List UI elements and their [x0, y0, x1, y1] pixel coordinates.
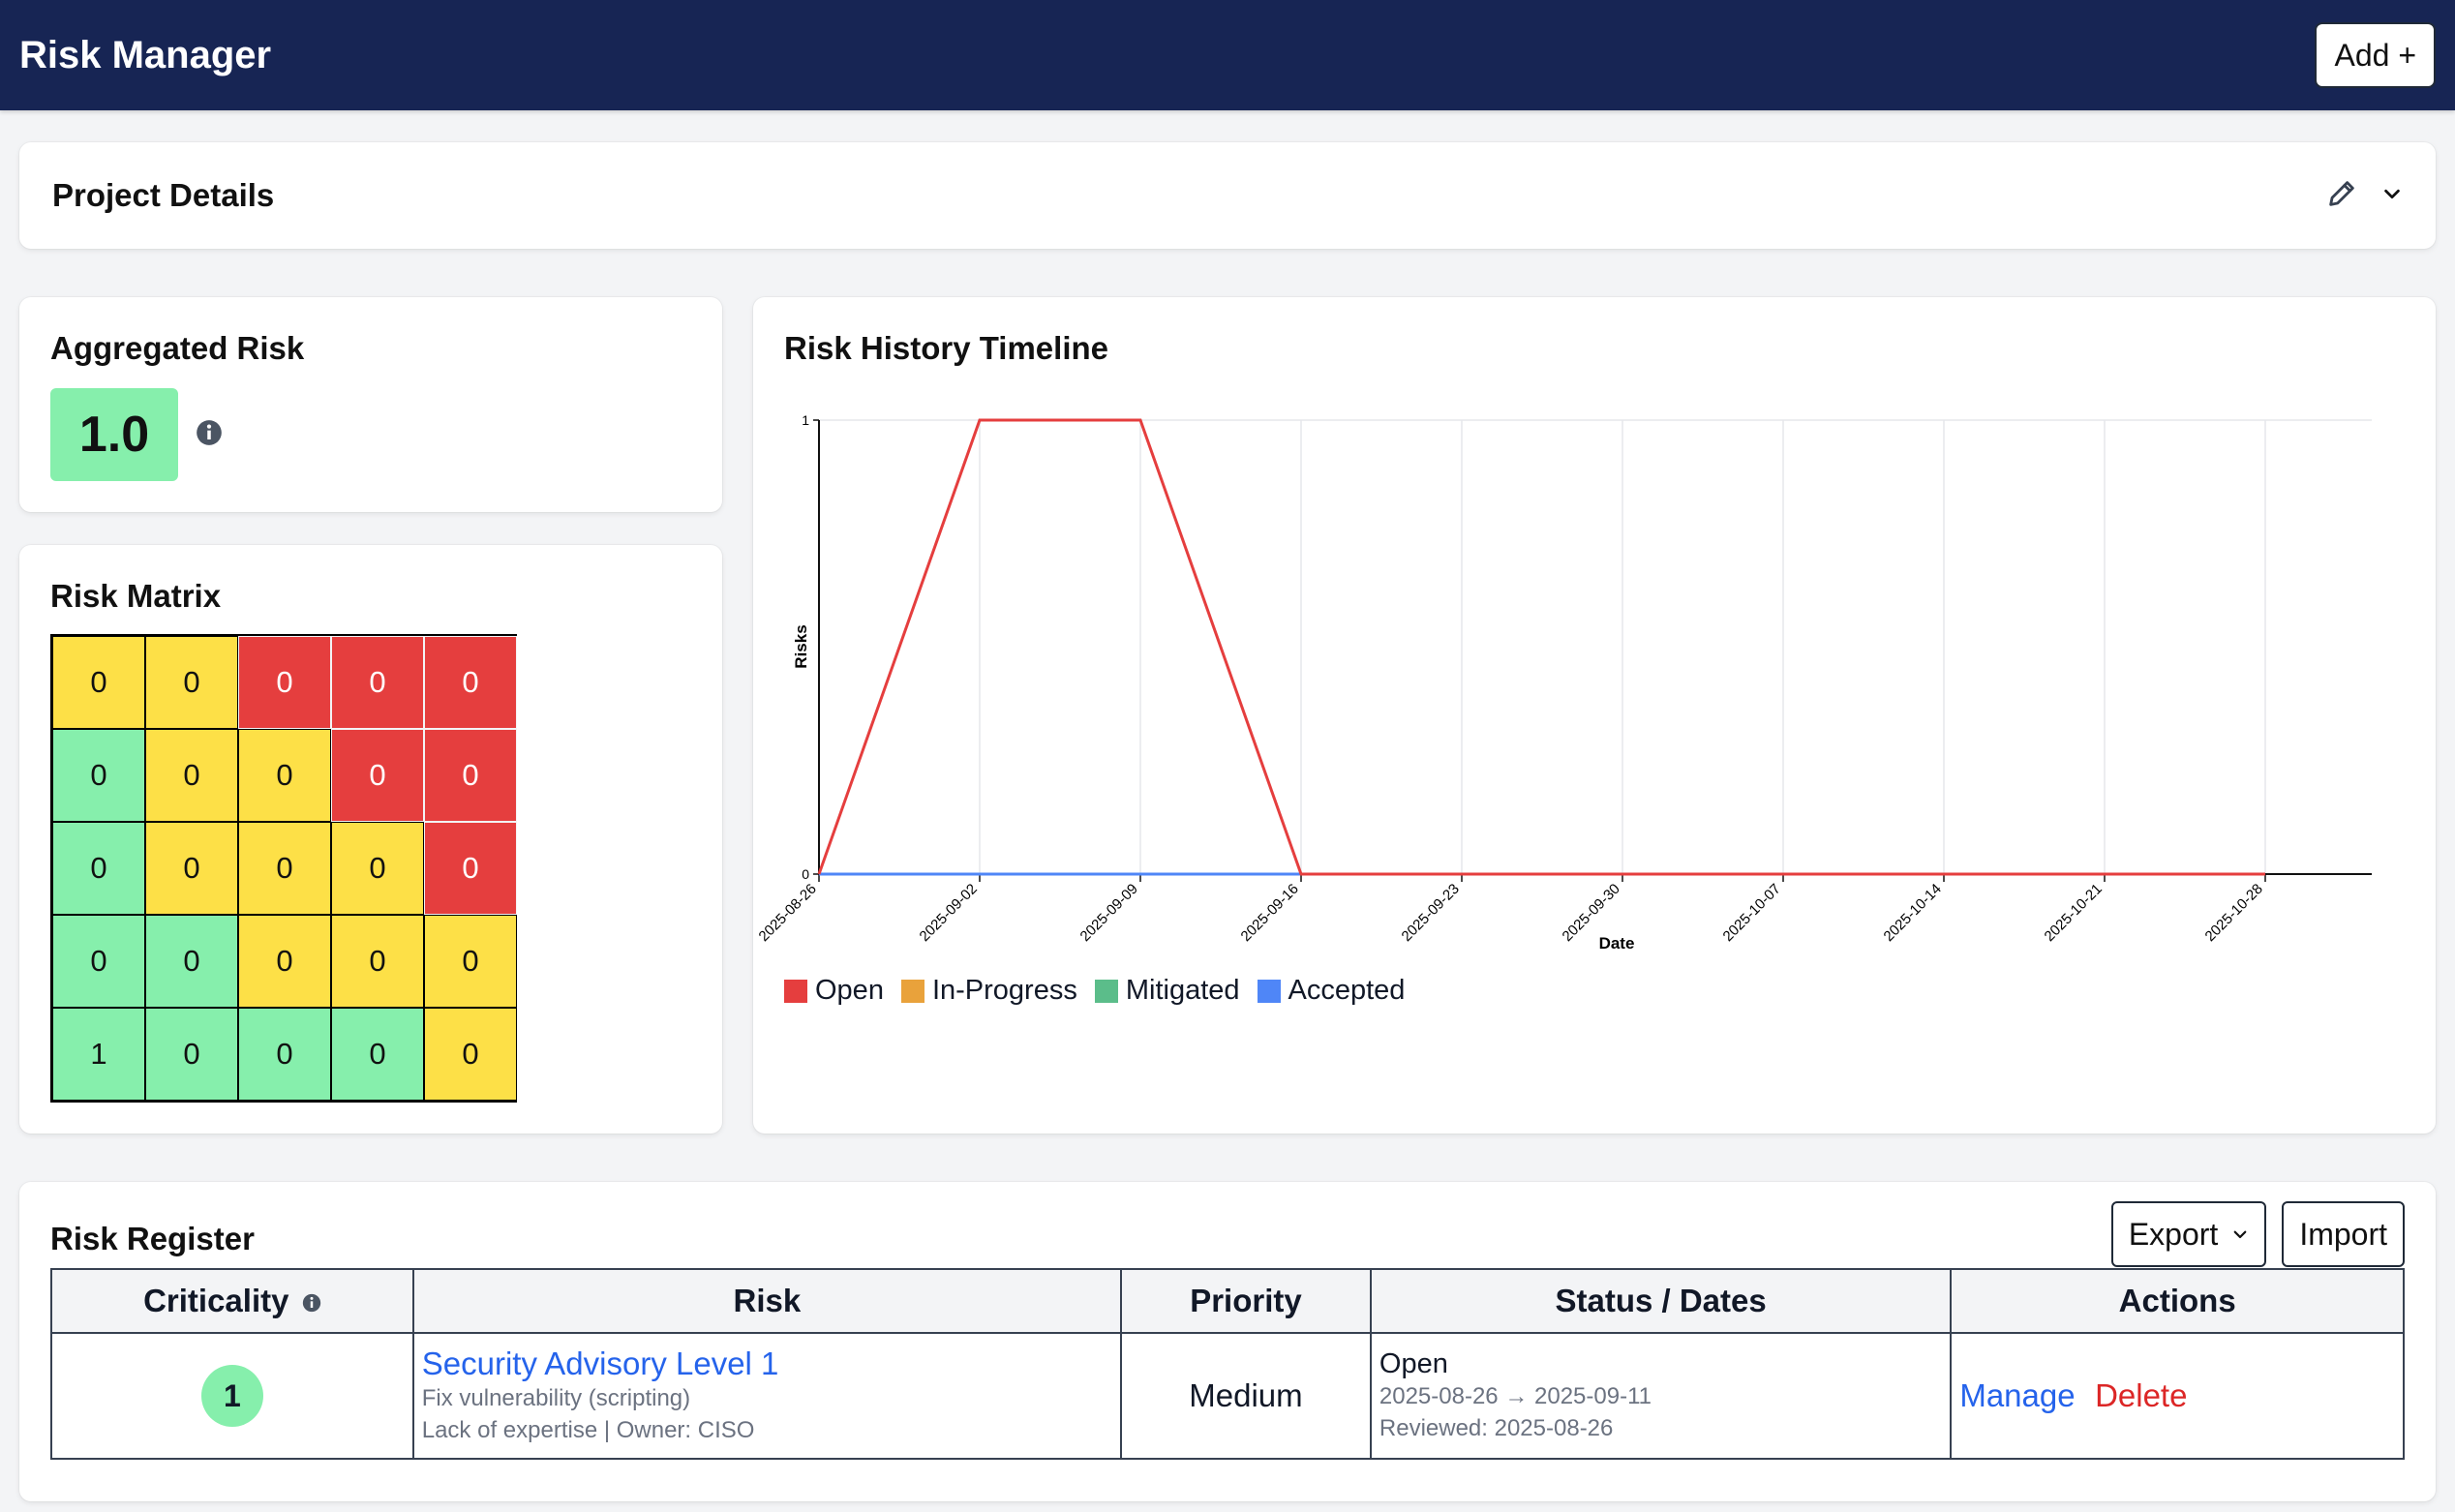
y-axis-label: Risks: [792, 624, 810, 668]
legend-swatch: [900, 979, 924, 1003]
matrix-cell[interactable]: 0: [52, 729, 145, 822]
column-header-priority[interactable]: Priority: [1120, 1268, 1372, 1334]
x-tick-label: 2025-10-28: [2202, 881, 2266, 945]
risk-meta: Lack of expertise | Owner: CISO: [421, 1417, 755, 1443]
info-icon[interactable]: [196, 419, 223, 451]
export-label: Export: [2128, 1216, 2219, 1252]
column-header-label: Criticality: [143, 1283, 289, 1318]
add-button[interactable]: Add +: [2315, 22, 2436, 88]
risk-register-title: Risk Register: [50, 1221, 255, 1256]
matrix-cell[interactable]: 0: [331, 1008, 424, 1101]
risk-title-link[interactable]: Security Advisory Level 1: [422, 1346, 1120, 1382]
status-dates: 2025-08-26 → 2025-09-11: [1379, 1383, 1652, 1409]
matrix-cell[interactable]: 0: [145, 1008, 238, 1101]
matrix-cell[interactable]: 0: [424, 1008, 517, 1101]
matrix-cell[interactable]: 0: [424, 636, 517, 729]
aggregated-risk-title: Aggregated Risk: [50, 330, 305, 366]
matrix-cell[interactable]: 0: [424, 915, 517, 1008]
x-tick-label: 2025-09-02: [917, 881, 981, 945]
matrix-cell[interactable]: 0: [52, 636, 145, 729]
actions-cell: Manage Delete: [1950, 1332, 2405, 1460]
x-tick-label: 2025-09-16: [1238, 881, 1302, 945]
column-header-risk[interactable]: Risk: [411, 1268, 1123, 1334]
risk-matrix-card: Risk Matrix 0000000000000000000010000: [19, 545, 722, 1134]
reviewed-date: Reviewed: 2025-08-26: [1379, 1415, 1614, 1441]
x-tick-label: 2025-09-23: [1399, 881, 1463, 945]
legend-item[interactable]: Mitigated: [1094, 975, 1240, 1007]
criticality-badge: 1: [200, 1365, 263, 1427]
legend-label: Accepted: [1288, 975, 1406, 1006]
column-header-actions: Actions: [1950, 1268, 2405, 1334]
risk-history-chart: 0 1 2025-08-26 2025-09-02 2025-09-09 2025-09-…: [756, 412, 2372, 953]
matrix-cell[interactable]: 0: [238, 1008, 331, 1101]
manage-link[interactable]: Manage: [1959, 1377, 2075, 1413]
status-cell: Open 2025-08-26 → 2025-09-11 Reviewed: 2…: [1369, 1332, 1953, 1460]
chevron-down-icon: [2233, 1230, 2247, 1239]
matrix-cell[interactable]: 0: [331, 822, 424, 915]
risk-matrix-title: Risk Matrix: [50, 578, 222, 614]
matrix-cell[interactable]: 0: [52, 822, 145, 915]
legend-item[interactable]: Accepted: [1257, 975, 1406, 1007]
risk-register-table: Criticality Risk Priority Status / Dates…: [50, 1268, 2405, 1460]
matrix-cell[interactable]: 0: [145, 822, 238, 915]
matrix-cell[interactable]: 1: [52, 1008, 145, 1101]
matrix-cell[interactable]: 0: [238, 636, 331, 729]
legend-item[interactable]: In-Progress: [900, 975, 1077, 1007]
legend-label: Open: [815, 975, 884, 1006]
x-tick-label: 2025-10-07: [1720, 881, 1784, 945]
series-line-open: [817, 418, 2265, 876]
table-row: 1 Security Advisory Level 1 Fix vulnerab…: [50, 1332, 2405, 1460]
export-button[interactable]: Export: [2110, 1201, 2267, 1267]
matrix-cell[interactable]: 0: [331, 915, 424, 1008]
project-details-title: Project Details: [52, 177, 275, 213]
x-tick-label: 2025-09-09: [1077, 881, 1141, 945]
risk-register-card: Risk Register Export Import Criticality …: [19, 1182, 2436, 1501]
info-icon[interactable]: [302, 1293, 321, 1313]
matrix-cell[interactable]: 0: [331, 636, 424, 729]
priority-cell: Medium: [1120, 1332, 1372, 1460]
legend-item[interactable]: Open: [784, 975, 884, 1007]
x-axis-label: Date: [1599, 934, 1635, 953]
chevron-down-icon[interactable]: [2381, 183, 2403, 209]
column-header-criticality[interactable]: Criticality: [50, 1268, 414, 1334]
criticality-cell: 1: [50, 1332, 414, 1460]
legend-swatch: [1094, 979, 1118, 1003]
import-button[interactable]: Import: [2282, 1201, 2405, 1267]
y-tick-label: 1: [802, 412, 809, 428]
matrix-cell[interactable]: 0: [238, 915, 331, 1008]
status-text: Open: [1379, 1348, 1448, 1379]
x-tick-label: 2025-10-14: [1881, 881, 1945, 945]
x-tick-label: 2025-10-21: [2042, 881, 2106, 945]
matrix-cell[interactable]: 0: [52, 915, 145, 1008]
matrix-cell[interactable]: 0: [145, 729, 238, 822]
matrix-cell[interactable]: 0: [424, 729, 517, 822]
legend-swatch: [1257, 979, 1281, 1003]
matrix-cell[interactable]: 0: [145, 915, 238, 1008]
legend-swatch: [784, 979, 807, 1003]
legend-label: Mitigated: [1125, 975, 1240, 1006]
project-details-panel[interactable]: Project Details: [19, 142, 2436, 249]
column-header-status[interactable]: Status / Dates: [1369, 1268, 1953, 1334]
matrix-cell[interactable]: 0: [145, 636, 238, 729]
matrix-cell[interactable]: 0: [331, 729, 424, 822]
matrix-cell[interactable]: 0: [424, 822, 517, 915]
risk-cell: Security Advisory Level 1 Fix vulnerabil…: [411, 1332, 1123, 1460]
chart-legend: Open In-Progress Mitigated Accepted: [784, 975, 1405, 1007]
matrix-cell[interactable]: 0: [238, 822, 331, 915]
pencil-icon[interactable]: [2325, 177, 2358, 215]
app-header: Risk Manager Add +: [0, 0, 2455, 110]
legend-label: In-Progress: [931, 975, 1077, 1006]
risk-matrix-grid: 0000000000000000000010000: [50, 634, 517, 1103]
matrix-cell[interactable]: 0: [238, 729, 331, 822]
aggregated-risk-value: 1.0: [50, 388, 178, 481]
risk-description: Fix vulnerability (scripting): [421, 1385, 691, 1411]
x-tick-label: 2025-08-26: [756, 881, 820, 945]
risk-history-timeline-card: Risk History Timeline 0 1 2025-08-26 2025-0…: [753, 297, 2436, 1134]
app-title: Risk Manager: [19, 33, 272, 76]
aggregated-risk-card: Aggregated Risk 1.0: [19, 297, 722, 512]
y-tick-label: 0: [802, 866, 809, 882]
delete-link[interactable]: Delete: [2095, 1377, 2187, 1413]
